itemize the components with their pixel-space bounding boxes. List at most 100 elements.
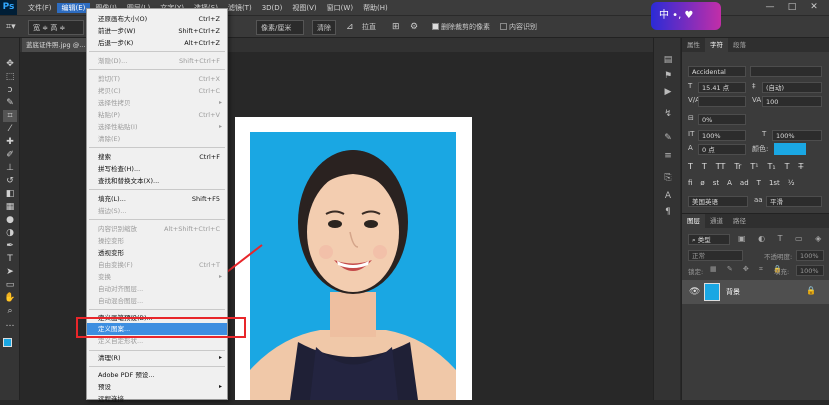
opacity-field[interactable]: 100% — [796, 250, 824, 261]
menu-auto-align[interactable]: 自动对齐图层... — [87, 283, 227, 295]
submenu-arrow-icon: ▸ — [218, 99, 222, 106]
layer-filter-icons[interactable]: ▣ ◐ T ▭ ◈ — [738, 234, 826, 243]
menu-clear[interactable]: 清除(E) — [87, 133, 227, 145]
swash-icon[interactable]: A — [727, 179, 732, 187]
text-color-swatch[interactable] — [774, 143, 806, 155]
clone-source-icon[interactable]: ⎘ — [661, 172, 675, 184]
submenu-arrow-icon: ▸ — [218, 123, 222, 130]
menu-copy-special[interactable]: 选择性拷贝 ▸ — [87, 97, 227, 109]
menu-fade[interactable]: 渐隐(D)... Shift+Ctrl+F — [87, 55, 227, 67]
opacity-label: 不透明度: — [764, 253, 793, 261]
tab-properties[interactable]: 属性 — [682, 38, 705, 52]
menu-spell-check[interactable]: 拼写检查(H)... — [87, 163, 227, 175]
menu-separator — [89, 51, 225, 52]
tsume-icon: ⊟ — [688, 114, 694, 122]
menu-remote-connections[interactable]: 远程连接... — [87, 393, 227, 405]
superscript-icon[interactable]: T¹ — [750, 162, 758, 171]
fill-label: 填充: — [774, 268, 790, 276]
character-icon[interactable]: A — [661, 190, 675, 202]
tsume-field[interactable]: 0% — [698, 114, 746, 125]
menu-undo[interactable]: 还原画布大小(O) Ctrl+Z — [87, 13, 227, 25]
tracking-field[interactable]: 100 — [762, 96, 822, 107]
edit-dropdown-menu: 还原画布大小(O) Ctrl+Z 前进一步(W) Shift+Ctrl+Z 后退一步… — [86, 8, 228, 403]
menu-purge[interactable]: 清理(R) ▸ — [87, 352, 227, 364]
fractions-icon[interactable]: ½ — [788, 179, 795, 187]
eye-icon[interactable]: 👁 — [689, 287, 700, 297]
horizontal-scale-field[interactable]: 100% — [772, 130, 822, 141]
horizontal-scale-icon: T — [762, 130, 767, 138]
menu-stroke[interactable]: 描边(S)... — [87, 205, 227, 217]
menu-fill[interactable]: 填充(L)... Shift+F5 — [87, 193, 227, 205]
menu-separator — [89, 219, 225, 220]
menu-auto-blend[interactable]: 自动混合图层... — [87, 295, 227, 307]
layer-name: 背景 — [726, 288, 740, 296]
small-caps-icon[interactable]: Tr — [734, 162, 741, 171]
menu-paste[interactable]: 粘贴(P) Ctrl+V — [87, 109, 227, 121]
ligatures-icon[interactable]: fi — [688, 179, 692, 187]
menu-step-backward[interactable]: 后退一步(K) Alt+Ctrl+Z — [87, 37, 227, 49]
all-caps-icon[interactable]: TT — [716, 162, 726, 171]
menu-search[interactable]: 搜索 Ctrl+F — [87, 151, 227, 163]
baseline-field[interactable]: 0 点 — [698, 144, 746, 155]
paragraph-icon[interactable]: ¶ — [661, 206, 675, 218]
tab-paths[interactable]: 路径 — [728, 214, 751, 228]
kerning-field[interactable] — [698, 96, 746, 107]
color-label: 颜色: — [752, 145, 769, 153]
play-icon[interactable]: ▶ — [661, 86, 675, 98]
text-style-buttons: T T TT Tr T¹ T₁ T T̶ — [688, 162, 828, 171]
language-select[interactable]: 美国英语 — [688, 196, 748, 207]
adjustments-icon[interactable]: ↯ — [661, 108, 675, 120]
menu-puppet-warp[interactable]: 操控变形 — [87, 235, 227, 247]
history-icon[interactable]: ▤ — [661, 54, 675, 66]
layer-row-background[interactable]: 👁 背景 🔒 — [682, 280, 829, 304]
subscript-icon[interactable]: T₁ — [768, 162, 776, 171]
filter-kind-label: 类型 — [697, 236, 711, 244]
titling-icon[interactable]: ad — [740, 179, 749, 187]
properties-icon[interactable]: ⚑ — [661, 70, 675, 82]
menu-content-aware-scale[interactable]: 内容识别缩放 Alt+Shift+Ctrl+C — [87, 223, 227, 235]
menu-find-replace[interactable]: 查找和替换文本(X)... — [87, 175, 227, 187]
antialias-select[interactable]: 平滑 — [766, 196, 822, 207]
menu-perspective-warp[interactable]: 透视变形 — [87, 247, 227, 259]
tab-layers[interactable]: 图层 — [682, 214, 705, 228]
leading-icon: ‡ — [752, 82, 756, 90]
filter-kind-select[interactable]: ⌕ 类型 — [688, 234, 730, 245]
menu-step-forward[interactable]: 前进一步(W) Shift+Ctrl+Z — [87, 25, 227, 37]
menu-pdf-presets[interactable]: Adobe PDF 预设... — [87, 369, 227, 381]
alt-ligatures-icon[interactable]: ø — [700, 179, 704, 187]
ordinals-icon[interactable]: 1st — [769, 179, 780, 187]
stylistic-icon[interactable]: st — [713, 179, 719, 187]
submenu-arrow-icon: ▸ — [218, 354, 222, 361]
tab-character[interactable]: 字符 — [705, 38, 728, 52]
tab-channels[interactable]: 通道 — [705, 214, 728, 228]
menu-separator — [89, 69, 225, 70]
menu-separator — [89, 350, 225, 351]
menu-copy[interactable]: 拷贝(C) Ctrl+C — [87, 85, 227, 97]
brush-settings-icon[interactable]: ✎ — [661, 132, 675, 144]
menu-presets[interactable]: 预设 ▸ — [87, 381, 227, 393]
highlight-box — [76, 317, 246, 338]
menu-transform[interactable]: 变换 ▸ — [87, 271, 227, 283]
faux-italic-icon[interactable]: T — [702, 162, 707, 171]
font-size-field[interactable]: 15.41 点 — [698, 82, 746, 93]
menu-separator — [89, 309, 225, 310]
blend-mode-select[interactable]: 正常 — [688, 250, 743, 261]
sliders-icon[interactable]: ≡ — [661, 150, 675, 162]
vertical-scale-field[interactable]: 100% — [698, 130, 746, 141]
font-family-select[interactable]: Accidental Pres... — [688, 66, 746, 77]
underline-icon[interactable]: T — [785, 162, 790, 171]
submenu-arrow-icon: ▸ — [218, 383, 222, 390]
menu-free-transform[interactable]: 自由变换(F) Ctrl+T — [87, 259, 227, 271]
menu-paste-special[interactable]: 选择性粘贴(I) ▸ — [87, 121, 227, 133]
leading-field[interactable]: (自动) — [762, 82, 822, 93]
lock-icon: 🔒 — [806, 286, 816, 295]
font-style-select[interactable] — [750, 66, 822, 77]
fill-field[interactable]: 100% — [796, 265, 824, 276]
ordinal-t-icon[interactable]: T — [757, 179, 761, 187]
submenu-arrow-icon: ▸ — [218, 273, 222, 280]
faux-bold-icon[interactable]: T — [688, 162, 693, 171]
menu-separator — [89, 366, 225, 367]
strikethrough-icon[interactable]: T̶ — [799, 162, 804, 171]
tab-paragraph[interactable]: 段落 — [728, 38, 751, 52]
menu-cut[interactable]: 剪切(T) Ctrl+X — [87, 73, 227, 85]
